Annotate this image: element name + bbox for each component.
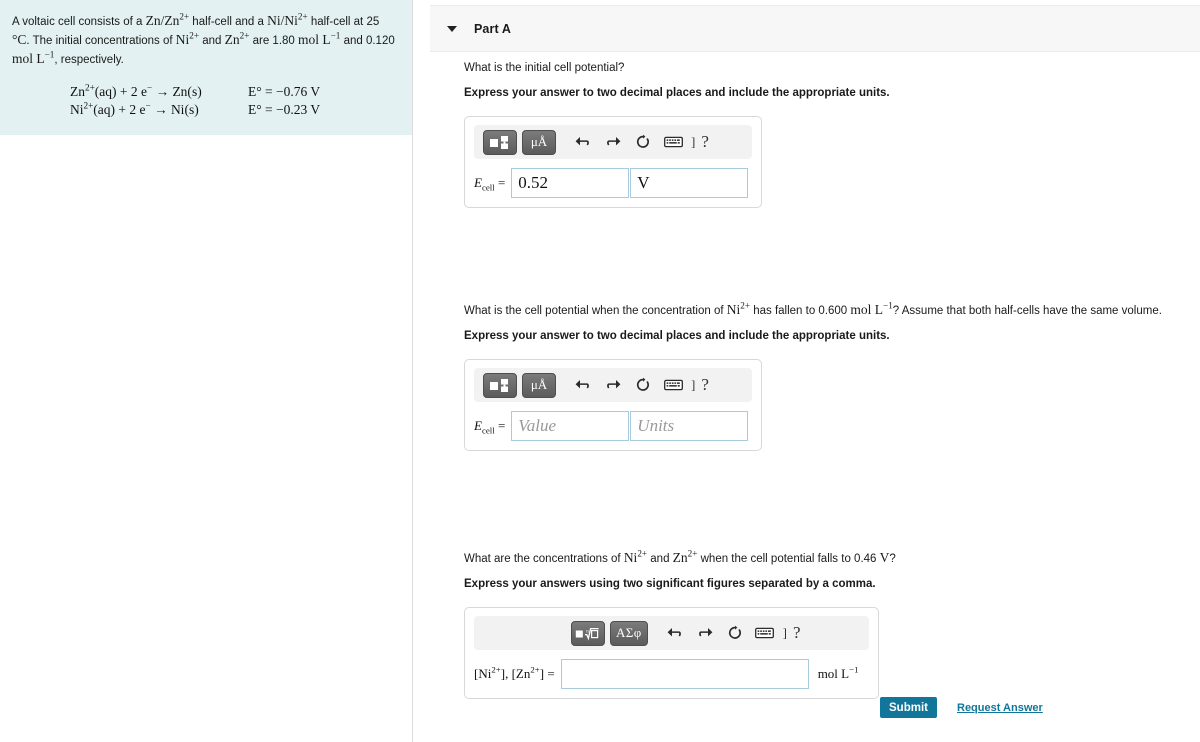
undo-glyph (575, 137, 589, 146)
math-template-icon[interactable] (483, 372, 517, 398)
reset-glyph (636, 377, 649, 391)
question-block-3: What are the concentrations of Ni2+ and … (464, 548, 896, 699)
redo-arrow-icon[interactable] (600, 129, 626, 155)
undo-glyph (667, 628, 681, 637)
question-3-instruction: Express your answers using two significa… (464, 578, 876, 590)
undo-arrow-icon[interactable] (570, 129, 596, 155)
question-2-instruction: Express your answer to two decimal place… (464, 330, 890, 342)
answer-units-input-2[interactable] (630, 411, 749, 441)
answer-panel: Part A What is the initial cell potentia… (414, 0, 1200, 742)
answer-box-3: n ΑΣφ] ? [Ni2+], [Zn2+] = mol L−1 (464, 607, 879, 699)
answer-label-3: [Ni2+], [Zn2+] = (474, 664, 555, 681)
answer-box-1: μÅ] ? Ecell = 0.52 V (464, 116, 762, 208)
chevron-down-icon[interactable] (447, 25, 457, 32)
answer-box-2: μÅ] ? Ecell = Value Units (464, 359, 762, 451)
units-button-label: μÅ (530, 377, 548, 392)
keyboard-bracket-label: ] (782, 625, 788, 640)
problem-statement-box: A voltaic cell consists of a Zn/Zn2+ hal… (0, 0, 412, 135)
keyboard-icon[interactable] (660, 129, 686, 155)
redo-glyph (698, 628, 713, 637)
equation-row-ni: Ni2+(aq) + 2 e− → Ni(s) E° = −0.23 V (12, 101, 398, 119)
equation-zn-lhs: Zn2+(aq) + 2 e− → Zn(s) (70, 82, 202, 99)
equation-ni-lhs: Ni2+(aq) + 2 e− → Ni(s) (70, 100, 199, 117)
redo-arrow-icon[interactable] (692, 620, 718, 646)
question-3-prompt: What are the concentrations of Ni2+ and … (464, 548, 896, 565)
math-template-glyph (490, 378, 508, 392)
math-template-icon[interactable] (483, 129, 517, 155)
question-block-1: What is the initial cell potential? Expr… (464, 60, 890, 208)
keyboard-glyph (663, 379, 683, 391)
greek-symbols-button[interactable]: ΑΣφ (610, 620, 648, 646)
radical-template-glyph: n (575, 627, 599, 641)
redo-glyph (607, 137, 621, 146)
radical-template-icon[interactable]: n (571, 620, 605, 646)
reset-glyph (728, 625, 741, 639)
part-title: Part A (474, 21, 511, 36)
keyboard-glyph (663, 136, 683, 148)
part-a-header[interactable]: Part A (430, 5, 1200, 52)
help-icon[interactable]: ? (701, 132, 709, 152)
problem-line-2: The initial concentrations of Ni2+ and Z… (12, 30, 395, 66)
keyboard-icon[interactable] (660, 372, 686, 398)
undo-arrow-icon[interactable] (662, 620, 688, 646)
answer-value-input-3[interactable] (560, 659, 809, 689)
math-toolbar-2: μÅ] ? (474, 368, 752, 402)
answer-row-2: Ecell = (474, 411, 752, 441)
undo-arrow-icon[interactable] (570, 372, 596, 398)
svg-text:n: n (586, 629, 589, 634)
half-reaction-equations: Zn2+(aq) + 2 e− → Zn(s) E° = −0.76 V Ni2… (12, 83, 398, 119)
equation-zn-potential: E° = −0.76 V (248, 84, 321, 99)
answer-label-2: Ecell = (474, 418, 506, 436)
question-1-prompt: What is the initial cell potential? (464, 62, 625, 74)
keyboard-bracket-label: ] (691, 134, 696, 149)
answer-value-input-1[interactable] (511, 168, 630, 198)
answer-units-input-1[interactable] (630, 168, 749, 198)
greek-button-label: ΑΣφ (616, 625, 642, 640)
submit-button[interactable]: Submit (880, 697, 937, 718)
keyboard-icon[interactable] (752, 620, 778, 646)
reset-circle-icon[interactable] (630, 129, 656, 155)
request-answer-link[interactable]: Request Answer (957, 702, 1043, 714)
answer-label-1: Ecell = (474, 175, 506, 193)
question-2-prompt: What is the cell potential when the conc… (464, 300, 1162, 317)
footer-actions: Submit Request Answer (880, 697, 1043, 718)
answer-value-input-2[interactable] (511, 411, 630, 441)
question-block-2: What is the cell potential when the conc… (464, 300, 1162, 451)
problem-panel: A voltaic cell consists of a Zn/Zn2+ hal… (0, 0, 413, 742)
units-button[interactable]: μÅ (522, 129, 556, 155)
reset-circle-icon[interactable] (630, 372, 656, 398)
help-icon[interactable]: ? (793, 623, 801, 643)
math-toolbar-3: n ΑΣφ] ? (474, 616, 869, 650)
units-button-label: μÅ (530, 134, 548, 149)
equation-ni-potential: E° = −0.23 V (248, 102, 321, 117)
equation-row-zn: Zn2+(aq) + 2 e− → Zn(s) E° = −0.76 V (12, 83, 398, 101)
undo-glyph (575, 380, 589, 389)
answer-row-3: [Ni2+], [Zn2+] = mol L−1 (474, 659, 869, 689)
reset-glyph (636, 134, 649, 148)
math-toolbar-1: μÅ] ? (474, 125, 752, 159)
redo-arrow-icon[interactable] (600, 372, 626, 398)
problem-statement-text: A voltaic cell consists of a Zn/Zn2+ hal… (12, 12, 398, 69)
reset-circle-icon[interactable] (722, 620, 748, 646)
keyboard-glyph (755, 627, 775, 639)
math-template-glyph (490, 135, 508, 149)
help-icon[interactable]: ? (701, 375, 709, 395)
answer-row-1: Ecell = (474, 168, 752, 198)
units-button[interactable]: μÅ (522, 372, 556, 398)
keyboard-bracket-label: ] (691, 377, 696, 392)
answer-trailing-units-3: mol L−1 (817, 664, 859, 681)
question-1-instruction: Express your answer to two decimal place… (464, 87, 890, 99)
redo-glyph (607, 380, 621, 389)
